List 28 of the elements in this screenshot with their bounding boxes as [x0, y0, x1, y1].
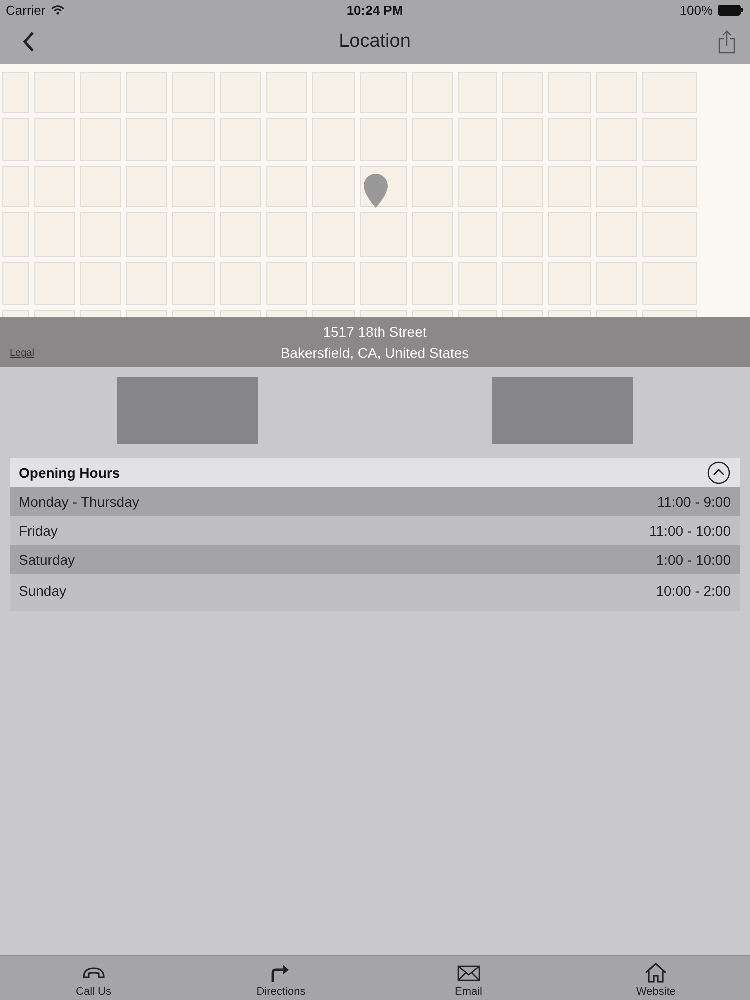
battery-icon — [718, 4, 744, 16]
hours-value: 11:00 - 9:00 — [657, 494, 731, 510]
screen-title: Location — [339, 31, 411, 53]
hours-value: 1:00 - 10:00 — [656, 552, 731, 568]
day-label: Sunday — [19, 582, 66, 598]
day-label: Saturday — [19, 552, 76, 568]
share-button[interactable] — [716, 28, 738, 56]
hours-value: 11:00 - 10:00 — [650, 522, 731, 538]
hours-header[interactable]: Opening Hours — [10, 458, 740, 487]
hours-value: 10:00 - 2:00 — [656, 582, 731, 598]
legal-link[interactable]: Legal — [10, 348, 34, 359]
battery-percent: 100% — [680, 2, 713, 18]
share-icon — [718, 30, 736, 54]
tab-button[interactable]: Email — [375, 956, 562, 1000]
tab-button[interactable]: Call Us — [0, 956, 188, 1000]
tab-button[interactable]: Directions — [188, 956, 375, 1000]
carrier-label: Carrier — [6, 2, 46, 18]
section-title: Opening Hours — [19, 464, 120, 480]
house-icon — [644, 962, 668, 984]
clock-time: 10:24 PM — [346, 2, 404, 18]
phone-icon — [82, 967, 106, 979]
address-line: Bakersfield, CA, United States — [280, 344, 470, 360]
address-line: 1517 18th Street — [323, 324, 427, 340]
tab-button[interactable]: Website — [562, 956, 750, 1000]
day-label: Monday - Thursday — [19, 494, 140, 510]
day-label: Friday — [19, 522, 58, 538]
back-chevron-icon — [22, 31, 36, 53]
wifi-icon — [50, 5, 65, 15]
